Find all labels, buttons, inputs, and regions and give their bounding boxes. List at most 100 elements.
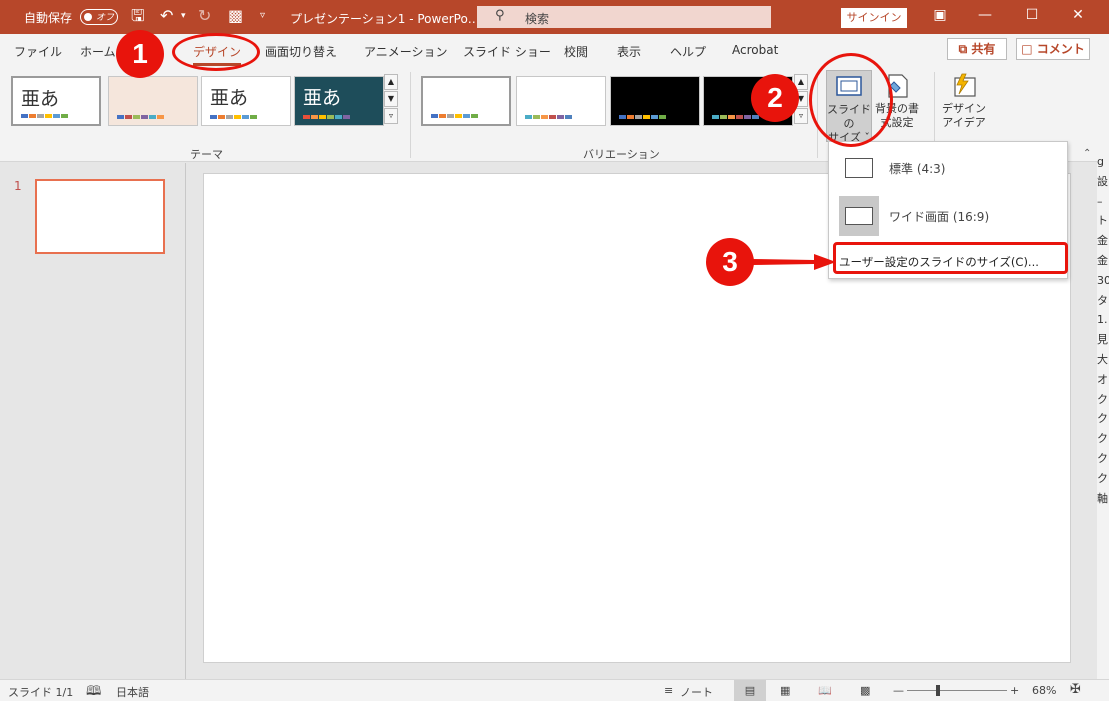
variations-group-label: バリエーション [583,148,660,161]
design-ideas-button[interactable]: デザイン アイデア [941,70,987,130]
design-ideas-label-2: アイデア [942,116,986,129]
toggle-knob [84,13,92,21]
variation-thumb[interactable] [516,76,606,126]
tab-file[interactable]: ファイル [14,43,62,60]
ribbon-tabs: ファイル ホーム デザイン 画面切り替え アニメーション スライド ショー 校閲… [0,34,1109,66]
theme-swatches [21,114,68,118]
autosave-toggle[interactable]: オフ [80,9,118,25]
variation-swatches [619,115,666,119]
slide-thumbnail-panel: 1 [0,163,186,679]
tab-slideshow[interactable]: スライド ショー [463,43,551,60]
theme-swatches [117,115,164,119]
undo-dropdown-icon[interactable]: ▾ [181,7,186,25]
theme-thumb[interactable]: 亜あ [294,76,384,126]
tab-review[interactable]: 校閲 [564,43,588,60]
right-side-panel: g 設 – ト 金 金 30 タ 1. 見 大 オ ク ク ク ク ク 軸 [1097,152,1109,679]
theme-gallery-scroll[interactable]: ▲ ▼ ▿ [384,74,398,126]
close-icon[interactable]: ✕ [1063,7,1093,23]
signin-button[interactable]: サインイン [841,8,907,28]
annotation-ring-design-tab [172,33,260,71]
zoom-slider[interactable] [907,690,1007,691]
collapse-ribbon-icon[interactable]: ⌃ [1083,148,1091,159]
redo-icon[interactable]: ↻ [198,7,211,25]
tab-transitions[interactable]: 画面切り替え [265,43,337,60]
menu-item-standard[interactable]: 標準 (4:3) [829,148,1067,188]
step-badge-2: 2 [751,74,799,122]
tab-view[interactable]: 表示 [617,43,641,60]
gallery-more-icon[interactable]: ▿ [794,108,808,124]
undo-icon[interactable]: ↶ [160,7,173,25]
theme-text: 亜あ [210,87,249,109]
comment-button[interactable]: □ コメント [1016,38,1090,60]
menu-item-widescreen[interactable]: ワイド画面 (16:9) [829,194,1067,238]
slideshow-view-icon[interactable]: ▩ [860,684,870,697]
variation-thumb[interactable] [421,76,511,126]
zoom-in-icon[interactable]: + [1010,684,1019,697]
right-strip-text: ク [1097,451,1108,465]
scroll-down-icon[interactable]: ▼ [384,91,398,107]
tab-animations[interactable]: アニメーション [364,43,448,60]
reading-view-icon[interactable]: 📖 [818,684,832,697]
right-strip-text: オ [1097,372,1108,386]
step-badge-1: 1 [116,30,164,78]
right-strip-text: 軸 [1097,491,1108,505]
slide-sorter-icon[interactable]: ▦ [780,684,790,697]
comment-icon: □ [1021,42,1033,56]
right-strip-text: ク [1097,471,1108,485]
right-strip-text: g [1097,155,1104,168]
present-icon[interactable]: ▩ [228,7,243,25]
theme-swatches [210,115,257,119]
tab-help[interactable]: ヘルプ [670,43,706,60]
notes-icon[interactable]: ≡ [664,684,673,697]
themes-group-label: テーマ [190,148,223,161]
theme-text: 亜あ [303,87,342,109]
search-box[interactable]: ⚲ 検索 [477,6,771,28]
toggle-label: オフ [96,13,115,23]
language-label[interactable]: 日本語 [116,684,149,700]
title-bar: 自動保存 オフ 🖫 ↶ ▾ ↻ ▩ ▿ プレゼンテーション1 - PowerPo… [0,0,1109,34]
ribbon-display-icon[interactable]: ▣ [925,7,955,23]
slide-count: スライド 1/1 [8,686,74,699]
theme-thumb[interactable] [108,76,198,126]
slide-thumbnail[interactable] [35,179,165,254]
tab-home[interactable]: ホーム [80,43,116,60]
variation-thumb[interactable] [610,76,700,126]
theme-thumb[interactable]: 亜あ [201,76,291,126]
right-strip-text: 1. [1097,313,1108,327]
tab-acrobat[interactable]: Acrobat [732,43,778,57]
minimize-icon[interactable]: — [970,7,1000,23]
standard-size-icon [845,158,873,178]
group-separator [410,72,411,158]
share-button[interactable]: ⧉ 共有 [947,38,1007,60]
zoom-slider-thumb[interactable] [936,685,940,696]
right-strip-text: ク [1097,392,1108,406]
design-ideas-label-1: デザイン [942,102,986,115]
right-strip-text: 大 [1097,352,1108,366]
customize-qat-icon[interactable]: ▿ [260,7,265,25]
maximize-icon[interactable]: ☐ [1017,7,1047,23]
right-strip-text: ク [1097,412,1108,426]
zoom-out-icon[interactable]: — [893,684,904,697]
document-title: プレゼンテーション1 - PowerPo… [290,12,480,26]
notes-button[interactable]: ノート [680,684,713,700]
fit-to-window-icon[interactable]: ✠ [1070,682,1081,697]
theme-thumb[interactable]: 亜あ [11,76,101,126]
normal-view-icon[interactable]: ▤ [734,680,766,701]
save-icon[interactable]: 🖫 [131,7,145,25]
zoom-level[interactable]: 68% [1032,684,1056,697]
widescreen-size-icon [839,196,879,236]
status-bar: スライド 1/1 🕮 日本語 ≡ ノート ▤ ▦ 📖 ▩ — + 68% ✠ [0,679,1109,701]
variation-swatches [431,114,478,118]
variation-swatches [712,115,759,119]
slide-number: 1 [14,179,22,193]
right-strip-text: タ [1097,293,1108,307]
gallery-more-icon[interactable]: ▿ [384,108,398,124]
variation-swatches [525,115,572,119]
right-strip-text: 金 [1097,234,1108,248]
comment-label: コメント [1036,42,1085,56]
accessibility-icon[interactable]: 🕮 [86,682,101,701]
theme-swatches [303,115,350,119]
scroll-up-icon[interactable]: ▲ [384,74,398,90]
share-icon: ⧉ [958,42,968,56]
step-badge-3: 3 [706,238,754,286]
